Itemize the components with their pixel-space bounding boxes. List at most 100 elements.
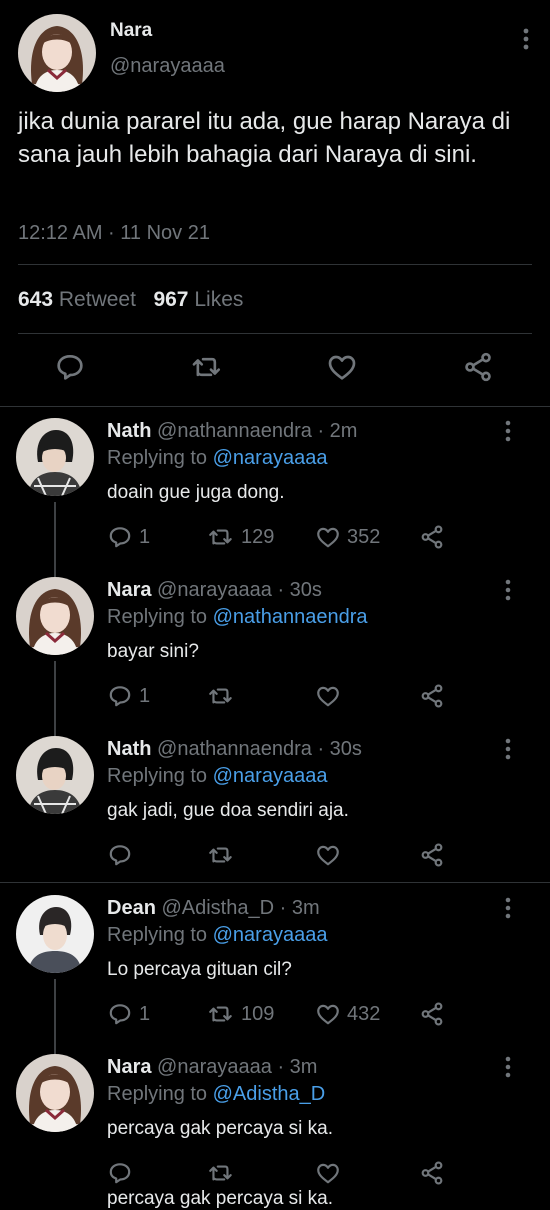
replying-to-handle[interactable]: @narayaaaa: [213, 447, 328, 469]
like-icon: [317, 527, 339, 548]
replying-prefix: Replying to: [107, 924, 208, 946]
avatar[interactable]: [16, 895, 94, 973]
tweet-stats: 643 Retweet 967 Likes: [18, 288, 243, 312]
like-count[interactable]: 967: [153, 288, 188, 311]
divider: [0, 406, 550, 407]
avatar[interactable]: [18, 14, 96, 92]
reply-header: Dean @Adistha_D · 3m: [107, 897, 320, 920]
reply-icon: [109, 686, 131, 707]
author-name[interactable]: Nara: [107, 1056, 151, 1078]
replying-to-handle[interactable]: @nathannaendra: [213, 606, 368, 628]
replying-to: Replying to @narayaaaa: [107, 924, 327, 947]
reply-button[interactable]: 1: [107, 683, 150, 709]
share-icon[interactable]: [419, 1160, 445, 1186]
reply-age: · 3m: [279, 897, 320, 919]
retweet-button[interactable]: [207, 683, 241, 709]
author-handle[interactable]: @narayaaaa: [110, 55, 225, 78]
retweet-button[interactable]: 129: [207, 524, 274, 550]
share-icon[interactable]: [419, 683, 445, 709]
thread-line: [54, 661, 56, 739]
replying-prefix: Replying to: [107, 606, 208, 628]
reply-tweet[interactable]: Nath @nathannaendra · 2m Replying to @na…: [0, 418, 550, 580]
retweet-count[interactable]: 643: [18, 288, 53, 311]
reply-header: Nara @narayaaaa · 30s: [107, 579, 322, 602]
author-handle[interactable]: @narayaaaa: [157, 579, 272, 601]
author-handle[interactable]: @Adistha_D: [161, 897, 274, 919]
like-button[interactable]: 432: [315, 1001, 380, 1027]
reply-button[interactable]: [107, 1160, 139, 1186]
reply-button[interactable]: 1: [107, 524, 150, 550]
author-name[interactable]: Nath: [107, 420, 151, 442]
replying-to: Replying to @Adistha_D: [107, 1083, 325, 1106]
retweet-label[interactable]: Retweet: [59, 288, 136, 311]
reply-action-bar: [107, 842, 447, 870]
reply-icon: [109, 1004, 131, 1025]
more-options-icon[interactable]: [504, 420, 512, 442]
reply-tweet[interactable]: Nath @nathannaendra · 30s Replying to @n…: [0, 736, 550, 886]
like-icon: [317, 686, 339, 707]
more-options-icon[interactable]: [504, 738, 512, 760]
main-action-bar: [0, 351, 550, 395]
reply-count: 1: [139, 684, 151, 707]
like-button[interactable]: [315, 683, 347, 709]
retweet-button[interactable]: [207, 1160, 241, 1186]
more-options-icon[interactable]: [504, 897, 512, 919]
main-tweet-header: Nara @narayaaaa: [18, 14, 532, 94]
thread-line: [54, 502, 56, 580]
more-options-icon[interactable]: [504, 579, 512, 601]
avatar[interactable]: [16, 1054, 94, 1132]
like-icon[interactable]: [326, 351, 358, 383]
more-options-icon[interactable]: [522, 28, 530, 50]
avatar[interactable]: [16, 577, 94, 655]
reply-tweet[interactable]: Nara @narayaaaa · 30s Replying to @natha…: [0, 577, 550, 739]
retweet-icon[interactable]: [190, 351, 224, 383]
reply-icon[interactable]: [54, 351, 86, 383]
reply-tweet[interactable]: Dean @Adistha_D · 3m Replying to @naraya…: [0, 895, 550, 1057]
thread-line: [54, 979, 56, 1057]
more-options-icon[interactable]: [504, 1056, 512, 1078]
like-button[interactable]: 352: [315, 524, 380, 550]
like-count: 352: [347, 525, 381, 548]
reply-action-bar: 1 129 352: [107, 524, 447, 552]
like-label[interactable]: Likes: [194, 288, 243, 311]
avatar[interactable]: [16, 418, 94, 496]
author-name[interactable]: Nara: [110, 20, 152, 42]
author-handle[interactable]: @nathannaendra: [157, 738, 312, 760]
author-handle[interactable]: @nathannaendra: [157, 420, 312, 442]
replying-to-handle[interactable]: @narayaaaa: [213, 765, 328, 787]
author-name[interactable]: Nara: [107, 579, 151, 601]
replying-to: Replying to @narayaaaa: [107, 765, 327, 788]
divider: [18, 264, 532, 265]
reply-age: · 30s: [317, 738, 362, 760]
avatar[interactable]: [16, 736, 94, 814]
retweet-button[interactable]: 109: [207, 1001, 274, 1027]
like-button[interactable]: [315, 842, 347, 868]
reply-action-bar: 1 109 432: [107, 1001, 447, 1029]
author-handle[interactable]: @narayaaaa: [157, 1056, 272, 1078]
share-icon[interactable]: [462, 351, 494, 383]
author-name[interactable]: Nath: [107, 738, 151, 760]
like-icon: [317, 1004, 339, 1025]
reply-age: · 3m: [277, 1056, 318, 1078]
share-icon[interactable]: [419, 842, 445, 868]
tweet-timestamp[interactable]: 12:12 AM · 11 Nov 21: [18, 222, 210, 245]
reply-text: percaya gak percaya si ka.: [107, 1118, 334, 1139]
author-name[interactable]: Dean: [107, 897, 156, 919]
replying-to-handle[interactable]: @narayaaaa: [213, 924, 328, 946]
reply-count: 1: [139, 525, 151, 548]
retweet-icon: [209, 1165, 232, 1181]
reply-header: Nath @nathannaendra · 30s: [107, 738, 362, 761]
retweet-icon: [209, 529, 232, 545]
retweet-icon: [209, 847, 232, 863]
replying-to-handle[interactable]: @Adistha_D: [213, 1083, 326, 1105]
share-icon[interactable]: [419, 524, 445, 550]
cutoff-text: percaya gak percaya si ka.: [107, 1188, 334, 1209]
reply-text: bayar sini?: [107, 641, 199, 662]
reply-tweet[interactable]: Nara @narayaaaa · 3m Replying to @Adisth…: [0, 1054, 550, 1204]
share-icon[interactable]: [419, 1001, 445, 1027]
retweet-button[interactable]: [207, 842, 241, 868]
reply-button[interactable]: 1: [107, 1001, 150, 1027]
reply-action-bar: [107, 1160, 447, 1188]
reply-button[interactable]: [107, 842, 139, 868]
like-button[interactable]: [315, 1160, 347, 1186]
